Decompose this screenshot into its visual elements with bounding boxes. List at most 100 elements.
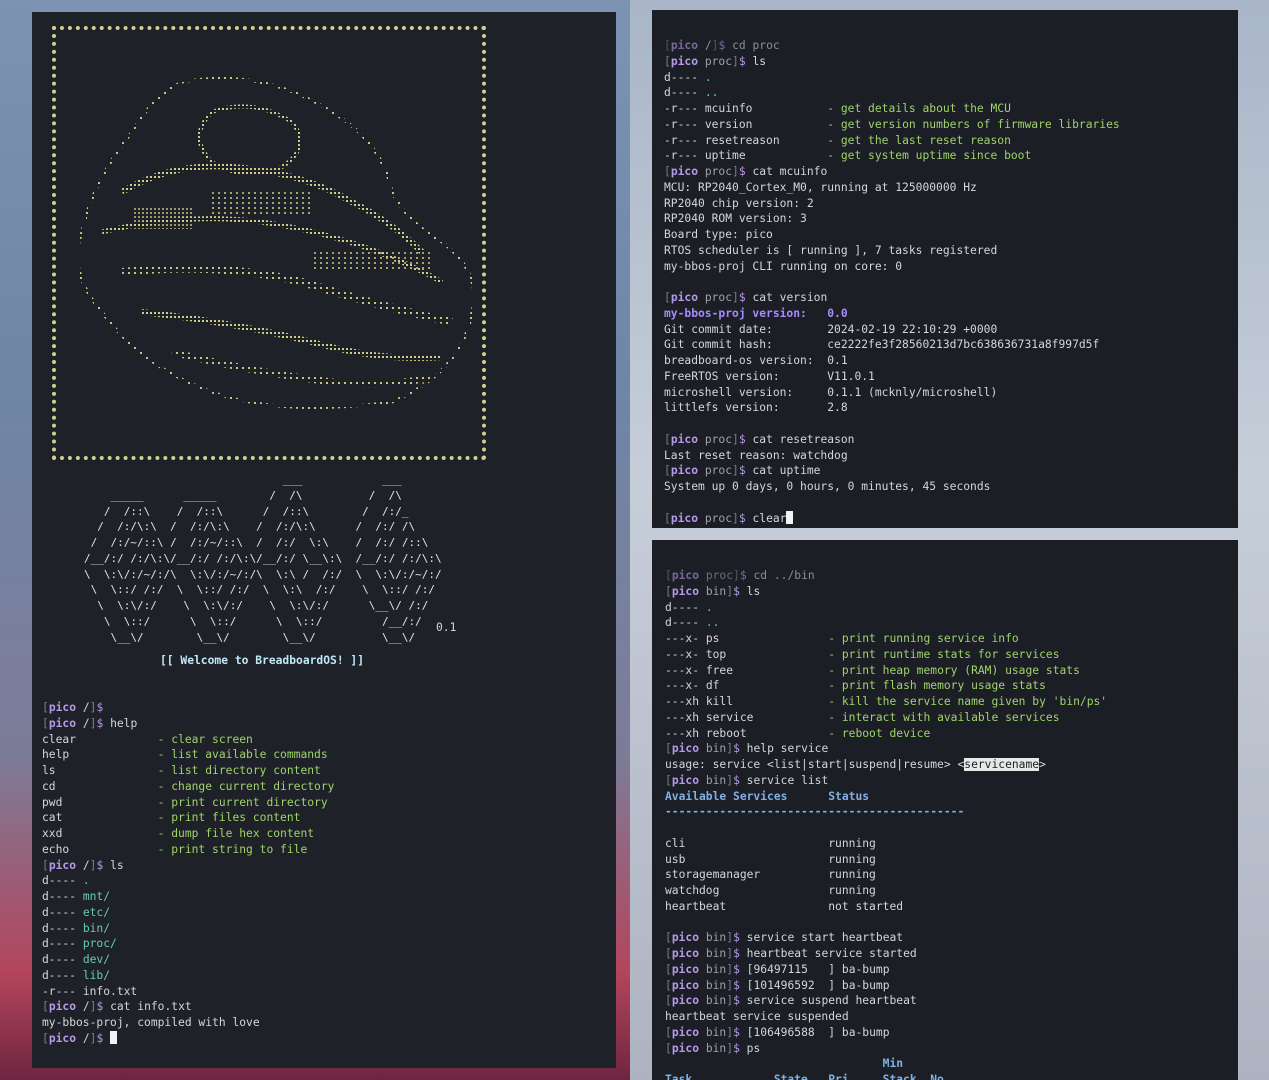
terminal-line: Min (665, 1056, 1107, 1072)
prompt-bracket: [ (665, 962, 672, 976)
prompt-path: / (76, 1031, 90, 1045)
terminal-line: my-bbos-proj CLI running on core: 0 (664, 259, 1120, 275)
version-key: microshell version: (664, 385, 828, 399)
entry-permissions: -r--- (664, 133, 705, 147)
version-value: 0.1.1 (mcknly/microshell) (827, 385, 998, 399)
prompt-bracket: [ (42, 701, 49, 714)
terminal-line: heartbeat not started (665, 899, 1107, 915)
terminal-line: RP2040 chip version: 2 (664, 196, 1120, 212)
prompt-dollar: $ (738, 464, 753, 478)
service-status: not started (828, 899, 904, 913)
prompt-bracket: [ (664, 54, 671, 68)
prompt-dollar: $ (733, 773, 747, 787)
terminal-line: -r--- resetreason - get the last reset r… (664, 133, 1120, 149)
command-text: cat mcuinfo (752, 165, 828, 178)
prompt-bracket: [ (42, 858, 49, 872)
prompt-host: pico (671, 978, 700, 992)
prompt-path: proc (698, 432, 733, 446)
entry-permissions: d---- (42, 968, 83, 982)
entry-name: mnt/ (82, 890, 111, 903)
entry-name: kill (705, 695, 829, 708)
prompt-dollar: $ (733, 994, 747, 1008)
prompt-path: proc (699, 569, 734, 582)
prompt-host: pico (671, 931, 700, 945)
logo-line: _____ _____ / /\ / /\ (84, 488, 402, 502)
entry-name: free (705, 663, 829, 677)
prompt-path: bin (699, 1025, 727, 1039)
terminal-line: RP2040 ROM version: 3 (664, 211, 1120, 227)
terminal-line: [pico /]$ cat info.txt (42, 999, 334, 1015)
prompt-host: pico (671, 962, 700, 976)
terminal-window-bottom-right[interactable]: [pico proc]$ cd ../bin [pico bin]$ ls d---… (652, 540, 1238, 1080)
terminal-line: d---- mnt/ (42, 889, 334, 905)
text-cursor (110, 1030, 118, 1044)
prompt-host: pico (670, 432, 699, 446)
prompt-path: proc (698, 291, 733, 304)
terminal-line: ---x- ps - print running service info (665, 631, 1107, 647)
ascii-art-drawing (76, 76, 476, 410)
entry-name: info.txt (82, 984, 138, 998)
command-text: ls (752, 54, 767, 68)
output-text: RP2040 chip version: 2 (664, 196, 814, 210)
output-text: Board type: pico (664, 228, 773, 241)
terminal-line: Available Services Status (665, 789, 1107, 805)
command-text: cat resetreason (752, 432, 855, 446)
prompt-bracket: ] (732, 511, 739, 525)
terminal-line: [pico proc]$ cd ../bin (665, 568, 1107, 584)
prompt-dollar: $ (96, 716, 111, 730)
prompt-dollar: $ (96, 1031, 111, 1045)
terminal-line: -r--- info.txt (42, 984, 334, 1000)
prompt-path: / (76, 716, 90, 730)
entry-name: reboot (705, 726, 829, 740)
terminal-window-left[interactable]: ___ ___ _____ _____ / /\ / /\ / /::\ / /… (32, 12, 616, 1068)
terminal-line: usage: service <list|start|suspend|resum… (665, 757, 1107, 773)
ps-header-columns: Task State Pri Stack No (665, 1073, 944, 1080)
command-text: cat uptime (752, 464, 821, 478)
command-text: cat info.txt (110, 1000, 192, 1014)
terminal-line: Board type: pico (664, 227, 1120, 243)
entry-description: - get system uptime since boot (827, 149, 1032, 163)
entry-permissions: d---- (664, 86, 705, 100)
command-name: help (42, 748, 158, 762)
logo-line: ___ ___ (84, 473, 402, 486)
entry-name: top (705, 647, 829, 661)
terminal-line: RTOS scheduler is [ running ], 7 tasks r… (664, 243, 1120, 259)
output-text: my-bbos-proj CLI running on core: 0 (664, 259, 903, 273)
prompt-host: pico (671, 994, 700, 1008)
command-text: cd proc (732, 39, 780, 52)
ascii-art-breadboard-image (62, 72, 482, 415)
entry-description: - kill the service name given by 'bin/ps… (828, 695, 1108, 708)
terminal-line: [pico proc]$ cat mcuinfo (664, 164, 1120, 180)
prompt-bracket: [ (665, 569, 672, 582)
prompt-host: pico (48, 1031, 77, 1045)
logo-line: \ \::/ /:/ \ \::/ /:/ \ \:\ /:/ \ \::/ /… (84, 583, 435, 597)
entry-permissions: d---- (42, 874, 83, 888)
entry-name: proc/ (82, 937, 117, 951)
prompt-host: pico (671, 584, 700, 598)
prompt-bracket: ] (732, 291, 739, 304)
entry-name: mcuinfo (704, 102, 828, 115)
prompt-dollar: $ (733, 931, 747, 945)
terminal-line: -r--- uptime - get system uptime since b… (664, 148, 1120, 164)
entry-name: dev/ (82, 953, 111, 966)
version-key: Git commit hash: (664, 338, 828, 352)
terminal-line: heartbeat service suspended (665, 1009, 1107, 1025)
command-description: - list available commands (157, 748, 328, 762)
prompt-bracket: [ (664, 511, 671, 525)
command-description: - clear screen (157, 732, 253, 746)
prompt-host: pico (671, 569, 700, 582)
command-text: ls (110, 858, 124, 872)
command-description: - list directory content (157, 764, 321, 777)
terminal-window-top-right[interactable]: [pico /]$ cd proc [pico proc]$ ls d---- .d… (652, 10, 1238, 528)
terminal-line: [pico /]$ ls (42, 858, 334, 874)
logo-line: \ \:\/:/ \ \:\/:/ \ \:\/:/ \__\/ /:/ (84, 599, 429, 612)
entry-permissions: d---- (42, 953, 83, 966)
version-value: ce2222fe3f28560213d7bc638636731a8f997d5f (827, 338, 1100, 352)
terminal-line: [pico /]$ (42, 1030, 334, 1047)
logo-line: \ \:\/:/~/:/\ \:\/:/~/:/\ \:\ / /:/ \ \:… (84, 567, 442, 581)
prompt-bracket: [ (665, 1025, 672, 1039)
prompt-bracket: [ (665, 773, 672, 787)
terminal-line: -r--- mcuinfo - get details about the MC… (664, 101, 1120, 117)
logo-line: / /:/\:\ / /:/\:\ / /:/\:\ / /:/ /\ (84, 520, 416, 534)
terminal-line: help - list available commands (42, 747, 334, 763)
